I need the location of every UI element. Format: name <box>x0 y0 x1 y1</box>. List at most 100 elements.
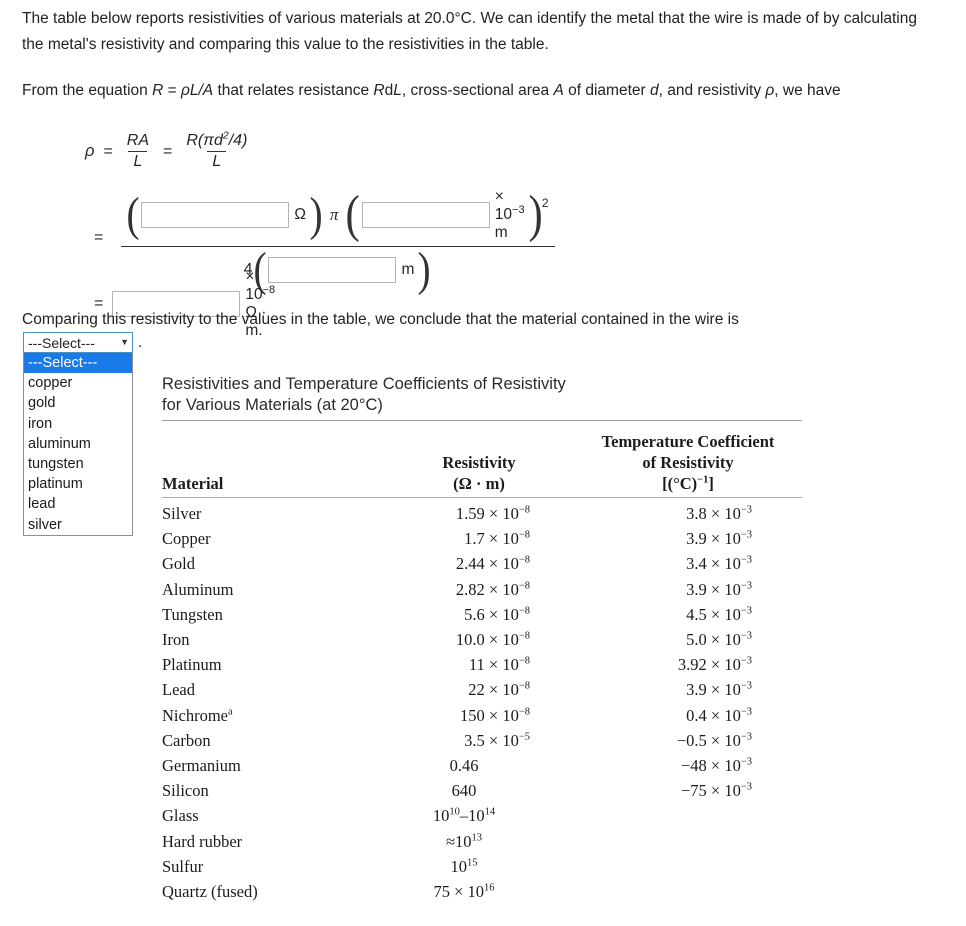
length-input[interactable] <box>268 257 397 284</box>
pi-symbol: π <box>329 205 339 224</box>
table-row: Lead 22 × 10−8 3.9 × 10−3 <box>162 677 802 702</box>
cell-temperature-coefficient <box>574 854 802 879</box>
exp3-base: 10 <box>494 206 513 223</box>
times-2: × <box>245 268 255 285</box>
p2-text-b: = <box>163 82 181 99</box>
header-tempcoef-line3: [(°C)−1] <box>662 474 714 493</box>
equals-2: = <box>163 142 173 160</box>
cell-resistivity: 2.44 × 10−8 <box>455 554 530 574</box>
cell-temperature-coefficient: 3.8 × 10−3 <box>686 504 752 523</box>
table-row: Tungsten 5.6 × 10−8 4.5 × 10−3 <box>162 602 802 627</box>
cell-resistivity: 1.59 × 10−8 <box>455 504 530 523</box>
cell-resistivity: 3.5 × 10−5 <box>464 730 530 750</box>
p2-var-d: d <box>649 82 659 99</box>
table-row: Germanium 0.46 −48 × 10−3 <box>162 753 802 778</box>
resistance-input[interactable] <box>141 202 290 228</box>
meter-unit-2: m <box>401 261 415 279</box>
right-paren-1: ) <box>309 187 323 241</box>
material-select-button[interactable]: ---Select--- ▼ <box>23 332 133 353</box>
p2-text-a: From the equation <box>22 82 153 99</box>
table-title: Resistivities and Temperature Coefficien… <box>162 374 802 420</box>
table-row: Platinum 11 × 10−8 3.92 × 10−3 <box>162 652 802 677</box>
p2-text-d: d <box>384 82 394 99</box>
header-tempcoef: Temperature Coefficient of Resistivity [… <box>574 431 802 494</box>
p2-var-R: R <box>152 82 164 99</box>
material-option-silver[interactable]: silver <box>24 515 132 535</box>
material-option-tungsten[interactable]: tungsten <box>24 454 132 474</box>
conclusion-paragraph: Comparing this resistivity to the values… <box>22 311 739 328</box>
table-row: Iron 10.0 × 10−8 5.0 × 10−3 <box>162 627 802 652</box>
material-option-aluminum[interactable]: aluminum <box>24 434 132 454</box>
rho-symbol: ρ <box>85 142 95 161</box>
material-option-copper[interactable]: copper <box>24 373 132 393</box>
p2-text-f: of diameter <box>563 82 650 99</box>
exp8-base: 10 <box>245 286 263 303</box>
p2-text-e: , cross-sectional area <box>401 82 554 99</box>
table-title-line2: for Various Materials (at 20°C) <box>162 396 383 414</box>
p2-text-h: , we have <box>774 82 841 99</box>
cell-resistivity: 1010–1014 <box>432 806 496 826</box>
equation-intro-paragraph: From the equation R = ρL/A that relates … <box>22 78 932 104</box>
material-option-iron[interactable]: iron <box>24 414 132 434</box>
squared-exponent: 2 <box>541 196 549 210</box>
cell-temperature-coefficient: 3.4 × 10−3 <box>686 554 752 574</box>
fraction-numerator-Rpid2: R(πd2/4) <box>181 130 252 151</box>
diameter-input[interactable] <box>361 202 490 228</box>
cell-material: Iron <box>162 630 190 650</box>
table-row: Glass 1010–1014 <box>162 803 802 828</box>
meter-unit-1: m <box>494 224 508 241</box>
cell-resistivity: 75 × 1016 <box>433 882 495 902</box>
table-row: Sulfur 1015 <box>162 854 802 879</box>
fraction-denominator-L: L <box>128 151 148 171</box>
cell-resistivity: 22 × 10−8 <box>468 680 530 700</box>
header-tempcoef-line2: of Resistivity <box>642 453 734 472</box>
exp3-sup: −3 <box>512 203 525 216</box>
cell-material: Gold <box>162 554 195 574</box>
material-option-gold[interactable]: gold <box>24 393 132 413</box>
material-option-select[interactable]: ---Select--- <box>24 353 132 374</box>
cell-temperature-coefficient: 3.9 × 10−3 <box>686 680 752 700</box>
table-header-row: Material Resistivity (Ω · m) Temperature… <box>162 421 802 497</box>
header-tempcoef-line1: Temperature Coefficient <box>601 432 775 451</box>
equals-3: = <box>94 228 104 246</box>
cell-material: Silver <box>162 504 202 523</box>
cell-temperature-coefficient: 3.92 × 10−3 <box>677 655 752 675</box>
cell-resistivity: 150 × 10−8 <box>460 705 530 725</box>
p2-var-R2: R <box>373 82 385 99</box>
cell-resistivity: 1.7 × 10−8 <box>464 529 530 549</box>
cell-material: Nichromea <box>162 705 233 725</box>
cell-material: Copper <box>162 529 211 549</box>
equals-1: = <box>103 142 113 160</box>
material-option-lead[interactable]: lead <box>24 494 132 514</box>
p2-var-A: A <box>553 82 564 99</box>
cell-temperature-coefficient: 4.5 × 10−3 <box>686 604 752 624</box>
cell-material: Carbon <box>162 730 211 750</box>
equation-line-1: ρ = RA L = R(πd2/4) L <box>85 130 252 172</box>
material-select-options[interactable]: ---Select--- copper gold iron aluminum t… <box>23 353 133 536</box>
cell-material: Germanium <box>162 756 241 776</box>
intro-paragraph: The table below reports resistivities of… <box>22 10 917 53</box>
cell-resistivity: 2.82 × 10−8 <box>455 579 530 599</box>
cell-material: Aluminum <box>162 579 234 599</box>
cell-material: Quartz (fused) <box>162 882 258 902</box>
cell-resistivity: 5.6 × 10−8 <box>464 604 530 624</box>
right-paren-3: ) <box>417 243 431 296</box>
table-row: Aluminum 2.82 × 10−8 3.9 × 10−3 <box>162 577 802 602</box>
table-row: Silicon 640 −75 × 10−3 <box>162 778 802 803</box>
cell-temperature-coefficient: −75 × 10−3 <box>680 781 752 801</box>
exp8-sup: −8 <box>262 283 276 296</box>
cell-material: Silicon <box>162 781 209 801</box>
header-resistivity: Resistivity (Ω · m) <box>384 431 574 494</box>
table-row: Silver 1.59 × 10−8 3.8 × 10−3 <box>162 501 802 526</box>
material-select[interactable]: ---Select--- ▼ ---Select--- copper gold … <box>23 332 133 536</box>
material-option-platinum[interactable]: platinum <box>24 474 132 494</box>
chevron-down-icon: ▼ <box>120 337 129 347</box>
cell-material: Sulfur <box>162 856 204 876</box>
frac2-post: /4) <box>228 132 248 149</box>
right-paren-2: ) <box>528 186 543 244</box>
frac2-pre: R(πd <box>186 132 223 149</box>
cell-temperature-coefficient <box>574 803 802 828</box>
big-fraction-numerator: ( Ω ) π ( × 10−3 m ) 2 <box>121 186 555 247</box>
cell-resistivity: 10.0 × 10−8 <box>455 630 530 650</box>
fraction-numerator-RA: RA <box>126 132 150 149</box>
